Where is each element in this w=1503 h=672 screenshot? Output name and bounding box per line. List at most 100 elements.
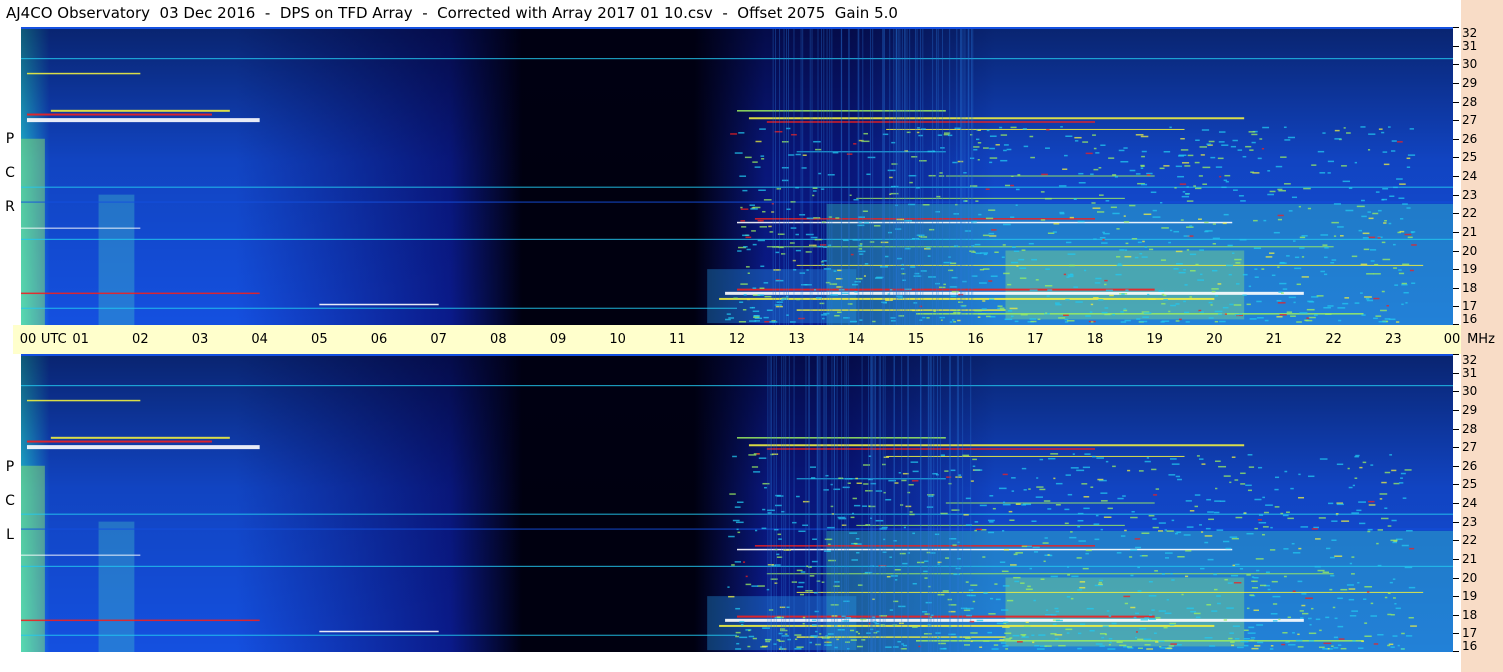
noise-speckle	[1243, 629, 1249, 632]
noise-speckle	[1342, 180, 1351, 183]
noise-speckle	[1259, 138, 1263, 140]
noise-speckle	[1065, 241, 1072, 244]
noise-speckle	[926, 247, 931, 249]
noise-speckle	[1337, 625, 1344, 628]
noise-speckle	[753, 316, 760, 318]
noise-speckle	[1229, 303, 1234, 306]
vertical-striation	[802, 27, 804, 325]
noise-speckle	[1006, 599, 1014, 602]
frequency-tick	[1453, 577, 1459, 579]
noise-speckle	[1318, 646, 1325, 649]
noise-speckle	[987, 519, 995, 522]
noise-speckle	[1387, 126, 1391, 128]
noise-speckle	[1334, 129, 1340, 132]
noise-speckle	[866, 173, 871, 176]
noise-speckle	[1135, 173, 1141, 175]
noise-speckle	[1094, 584, 1103, 587]
noise-speckle	[1327, 172, 1331, 174]
noise-speckle	[1140, 164, 1145, 167]
noise-speckle	[966, 594, 973, 597]
bottom-margin	[0, 652, 1461, 672]
noise-speckle	[983, 268, 990, 270]
vertical-striation	[898, 27, 900, 325]
noise-speckle	[1319, 629, 1322, 632]
vertical-striation	[896, 27, 898, 325]
noise-speckle	[1373, 317, 1378, 320]
vertical-striation	[907, 354, 909, 652]
noise-speckle	[1166, 598, 1169, 601]
noise-speckle	[1180, 137, 1185, 140]
noise-speckle	[1099, 236, 1106, 239]
noise-speckle	[1384, 471, 1391, 474]
noise-speckle	[1146, 172, 1153, 175]
noise-speckle	[1272, 603, 1278, 605]
vertical-striation	[847, 354, 849, 652]
noise-speckle	[1036, 477, 1039, 479]
noise-speckle	[1175, 263, 1183, 265]
noise-speckle	[1015, 503, 1021, 506]
noise-speckle	[1402, 497, 1407, 499]
noise-speckle	[854, 291, 858, 293]
noise-speckle	[1232, 564, 1236, 567]
vertical-striation	[816, 354, 818, 652]
vertical-striation	[783, 354, 785, 652]
noise-speckle	[1078, 182, 1086, 184]
noise-speckle	[751, 230, 756, 232]
noise-speckle	[1376, 542, 1379, 545]
frequency-tick-label: 26	[1462, 458, 1478, 473]
noise-speckle	[1222, 306, 1229, 309]
noise-speckle	[1336, 463, 1344, 466]
noise-speckle	[1152, 216, 1161, 218]
noise-speckle	[1021, 467, 1027, 470]
noise-speckle	[1212, 223, 1216, 225]
noise-speckle	[1227, 244, 1233, 247]
noise-speckle	[796, 646, 804, 648]
noise-speckle	[1225, 180, 1229, 183]
noise-speckle	[1135, 546, 1142, 549]
interference-streak	[26, 118, 260, 123]
noise-speckle	[1050, 575, 1058, 578]
noise-speckle	[781, 179, 789, 182]
noise-speckle	[1067, 574, 1071, 576]
noise-speckle	[1002, 645, 1009, 647]
noise-speckle	[739, 175, 747, 177]
noise-speckle	[813, 289, 817, 291]
noise-speckle	[1232, 139, 1238, 142]
noise-speckle	[1364, 635, 1372, 638]
noise-speckle	[1186, 186, 1189, 188]
noise-speckle	[883, 456, 890, 458]
time-tick-label: 15	[907, 332, 925, 347]
noise-speckle	[1278, 618, 1281, 621]
noise-speckle	[1389, 454, 1393, 456]
noise-speckle	[1098, 194, 1104, 196]
noise-speckle	[766, 309, 773, 312]
noise-speckle	[1058, 644, 1066, 647]
vertical-striation	[825, 354, 827, 652]
vertical-striation	[831, 354, 833, 652]
noise-speckle	[1246, 532, 1254, 535]
noise-speckle	[1013, 553, 1018, 556]
noise-speckle	[1052, 231, 1057, 233]
noise-speckle	[978, 213, 982, 216]
noise-speckle	[748, 629, 751, 632]
noise-speckle	[1130, 606, 1136, 609]
noise-speckle	[926, 317, 930, 319]
frequency-tick	[1453, 465, 1459, 467]
noise-speckle	[1032, 641, 1035, 644]
noise-speckle	[857, 632, 861, 635]
vertical-striation	[808, 354, 810, 652]
vertical-striation	[916, 27, 918, 325]
noise-speckle	[1292, 632, 1295, 634]
noise-speckle	[1171, 519, 1175, 522]
noise-speckle	[952, 319, 955, 321]
noise-speckle	[759, 128, 766, 130]
noise-speckle	[1226, 264, 1233, 267]
noise-speckle	[1090, 173, 1094, 175]
noise-speckle	[1177, 175, 1184, 178]
noise-speckle	[935, 282, 940, 285]
noise-speckle	[1091, 455, 1096, 458]
noise-speckle	[1124, 602, 1129, 605]
frequency-tick	[1453, 484, 1459, 486]
vertical-striation	[906, 27, 908, 325]
time-tick-label: 16	[967, 332, 984, 347]
